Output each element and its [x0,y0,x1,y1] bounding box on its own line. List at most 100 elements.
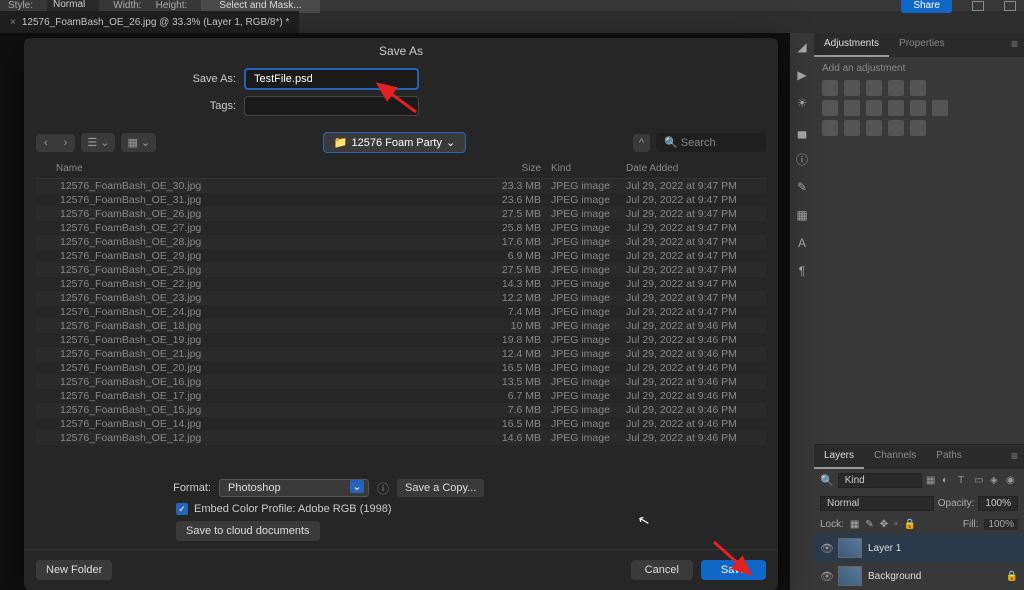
visibility-icon[interactable]: 👁 [820,542,832,555]
opacity-select[interactable]: 100% [978,496,1018,511]
file-row[interactable]: 12576_FoamBash_OE_14.jpg16.5 MBJPEG imag… [36,417,766,431]
properties-tab[interactable]: Properties [889,33,955,57]
collapse-button[interactable]: ^ [633,134,650,152]
col-size[interactable]: Size [471,163,541,174]
document-tab[interactable]: × 12576_FoamBash_OE_26.jpg @ 33.3% (Laye… [0,11,299,33]
adj-gradient-icon[interactable] [888,120,904,136]
swatch-icon[interactable]: ▦ [794,207,810,223]
file-row[interactable]: 12576_FoamBash_OE_23.jpg12.2 MBJPEG imag… [36,291,766,305]
search-icon[interactable]: 🔍 [820,474,834,487]
layer-item-background[interactable]: 👁 Background 🔒 [814,562,1024,590]
file-row[interactable]: 12576_FoamBash_OE_15.jpg7.6 MBJPEG image… [36,403,766,417]
file-row[interactable]: 12576_FoamBash_OE_21.jpg12.4 MBJPEG imag… [36,347,766,361]
type-icon[interactable]: A [794,235,810,251]
view-list-button[interactable]: ☰ ⌄ [81,133,115,152]
filter-type-icon[interactable]: T [958,475,970,487]
file-row[interactable]: 12576_FoamBash_OE_16.jpg13.5 MBJPEG imag… [36,375,766,389]
lock-artboard-icon[interactable]: ▫ [894,519,898,530]
adj-selective-icon[interactable] [910,120,926,136]
format-select[interactable]: Photoshop [219,479,369,497]
file-row[interactable]: 12576_FoamBash_OE_24.jpg7.4 MBJPEG image… [36,305,766,319]
adj-threshold-icon[interactable] [866,120,882,136]
layers-tab[interactable]: Layers [814,445,864,469]
save-cloud-button[interactable]: Save to cloud documents [176,521,320,541]
forward-icon[interactable]: › [56,134,76,152]
cancel-button[interactable]: Cancel [631,560,693,580]
sun-icon[interactable]: ☀ [794,95,810,111]
lock-icon[interactable]: 🔒 [904,519,916,530]
layer-thumbnail[interactable] [838,538,862,558]
save-button[interactable]: Save [701,560,766,580]
new-folder-button[interactable]: New Folder [36,560,112,580]
adj-bw-icon[interactable] [866,100,882,116]
col-name[interactable]: Name [36,163,471,174]
file-row[interactable]: 12576_FoamBash_OE_17.jpg6.7 MBJPEG image… [36,389,766,403]
blend-mode-select[interactable]: Normal [820,496,934,511]
filter-toggle-icon[interactable]: ◉ [1006,475,1018,487]
window-icon[interactable] [972,1,984,11]
file-row[interactable]: 12576_FoamBash_OE_27.jpg25.8 MBJPEG imag… [36,221,766,235]
lock-pixel-icon[interactable]: ✎ [865,519,873,530]
filter-shape-icon[interactable]: ▭ [974,475,986,487]
expand-icon[interactable]: ◢ [794,39,810,55]
filter-pixel-icon[interactable]: ▦ [926,475,938,487]
adj-mixer-icon[interactable] [910,100,926,116]
filter-kind-select[interactable]: Kind [838,473,922,488]
adj-brightness-icon[interactable] [822,80,838,96]
lock-position-icon[interactable]: ✥ [880,519,888,530]
file-row[interactable]: 12576_FoamBash_OE_28.jpg17.6 MBJPEG imag… [36,235,766,249]
file-row[interactable]: 12576_FoamBash_OE_31.jpg23.6 MBJPEG imag… [36,193,766,207]
file-row[interactable]: 12576_FoamBash_OE_18.jpg10 MBJPEG imageJ… [36,319,766,333]
file-row[interactable]: 12576_FoamBash_OE_20.jpg16.5 MBJPEG imag… [36,361,766,375]
channels-tab[interactable]: Channels [864,445,926,469]
layers-menu-icon[interactable]: ≡ [1005,445,1024,469]
adj-posterize-icon[interactable] [844,120,860,136]
tags-input[interactable] [244,96,419,116]
col-date[interactable]: Date Added [626,163,766,174]
info-icon[interactable]: ⓘ [377,480,389,497]
adj-lookup-icon[interactable] [932,100,948,116]
file-row[interactable]: 12576_FoamBash_OE_12.jpg14.6 MBJPEG imag… [36,431,766,445]
back-icon[interactable]: ‹ [36,134,56,152]
filename-input[interactable] [244,68,419,90]
adj-photofilter-icon[interactable] [888,100,904,116]
file-row[interactable]: 12576_FoamBash_OE_26.jpg27.5 MBJPEG imag… [36,207,766,221]
close-icon[interactable]: × [10,17,16,28]
adjustments-tab[interactable]: Adjustments [814,33,889,57]
window-icon-2[interactable] [1004,1,1016,11]
adj-vibrance-icon[interactable] [910,80,926,96]
paths-tab[interactable]: Paths [926,445,972,469]
folder-select[interactable]: 📁 12576 Foam Party ⌄ [323,132,466,153]
file-row[interactable]: 12576_FoamBash_OE_22.jpg14.3 MBJPEG imag… [36,277,766,291]
checkbox-checked-icon[interactable]: ✓ [176,503,188,515]
layer-thumbnail[interactable] [838,566,862,586]
file-row[interactable]: 12576_FoamBash_OE_25.jpg27.5 MBJPEG imag… [36,263,766,277]
visibility-icon[interactable]: 👁 [820,570,832,583]
file-row[interactable]: 12576_FoamBash_OE_29.jpg6.9 MBJPEG image… [36,249,766,263]
info-icon[interactable]: ⓘ [794,151,810,167]
file-row[interactable]: 12576_FoamBash_OE_19.jpg19.8 MBJPEG imag… [36,333,766,347]
brush-icon[interactable]: ✎ [794,179,810,195]
save-copy-button[interactable]: Save a Copy... [397,479,484,497]
adj-curves-icon[interactable] [866,80,882,96]
file-browser[interactable]: Name Size Kind Date Added 12576_FoamBash… [24,159,778,471]
paragraph-icon[interactable]: ¶ [794,263,810,279]
share-button[interactable]: Share [901,0,952,13]
histogram-icon[interactable]: ▄ [794,123,810,139]
fill-select[interactable]: 100% [984,519,1018,530]
lock-icon[interactable]: 🔒 [1006,571,1018,582]
col-kind[interactable]: Kind [541,163,626,174]
nav-back-forward[interactable]: ‹› [36,134,75,152]
adj-invert-icon[interactable] [822,120,838,136]
adj-levels-icon[interactable] [844,80,860,96]
filter-adj-icon[interactable]: ◐ [942,475,954,487]
panel-menu-icon[interactable]: ≡ [1005,33,1024,57]
adj-hue-icon[interactable] [822,100,838,116]
play-icon[interactable]: ▶ [794,67,810,83]
embed-profile-row[interactable]: ✓ Embed Color Profile: Adobe RGB (1998) [176,503,766,515]
search-input[interactable]: 🔍 Search [656,133,766,152]
layer-item-1[interactable]: 👁 Layer 1 [814,534,1024,562]
file-row[interactable]: 12576_FoamBash_OE_30.jpg23.3 MBJPEG imag… [36,179,766,193]
lock-all-icon[interactable]: ▦ [850,519,859,530]
view-grid-button[interactable]: ▦ ⌄ [121,133,156,152]
